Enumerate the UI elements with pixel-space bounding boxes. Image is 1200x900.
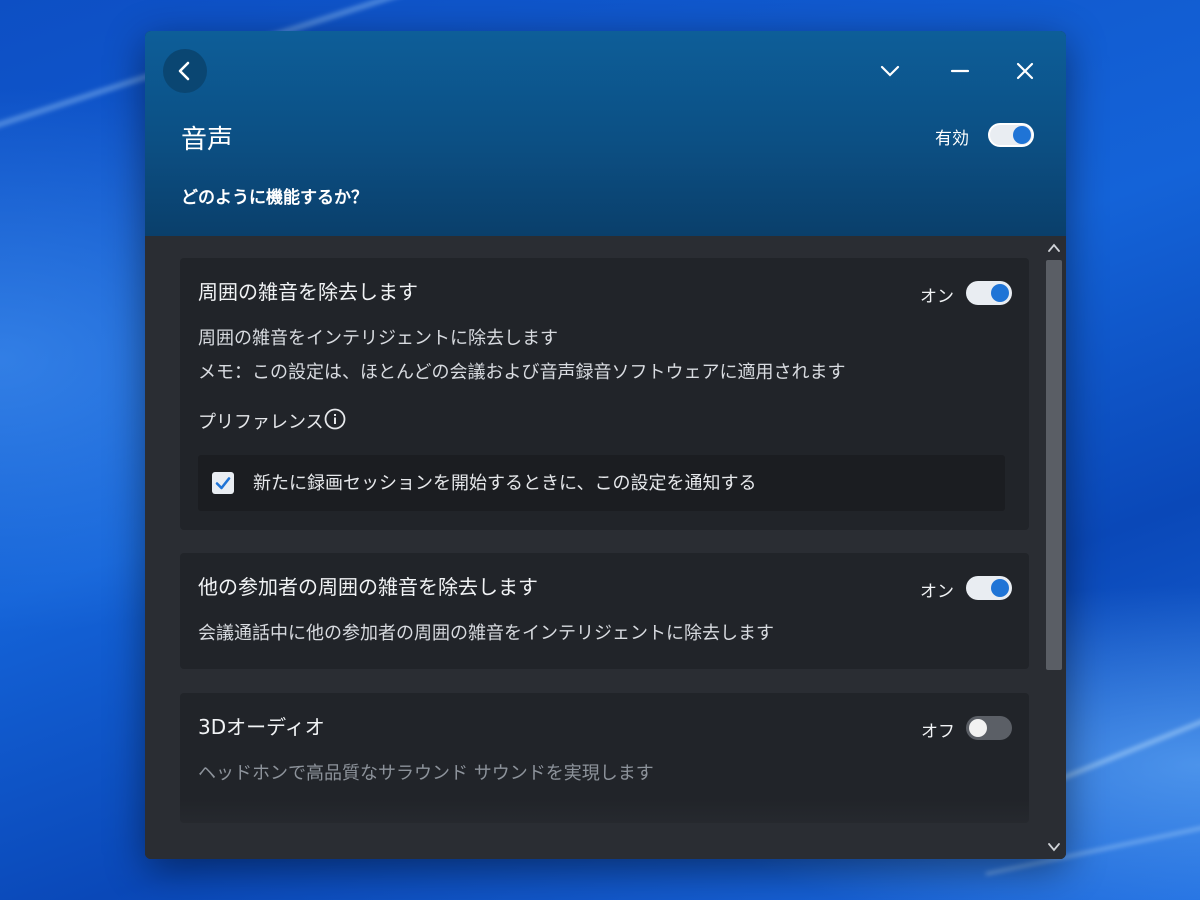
scroll-thumb[interactable] xyxy=(1046,260,1062,670)
header: 音声 どのように機能するか？ 有効 xyxy=(145,31,1066,236)
master-toggle[interactable] xyxy=(988,123,1034,147)
card-title: 他の参加者の周囲の雑音を除去します xyxy=(198,575,538,599)
chevron-down-icon xyxy=(1048,843,1060,852)
scroll-fade-overlay xyxy=(145,799,1045,859)
card-note: メモ：この設定は、ほとんどの会議および音声録音ソフトウェアに適用されます xyxy=(198,362,846,383)
scroll-up-button[interactable] xyxy=(1042,236,1066,260)
notify-checkbox[interactable] xyxy=(212,472,234,494)
minimize-button[interactable] xyxy=(942,53,978,89)
chevron-down-icon xyxy=(880,65,900,77)
back-button[interactable] xyxy=(163,49,207,93)
card-title: 3Dオーディオ xyxy=(198,715,325,739)
chevron-up-icon xyxy=(1048,243,1060,252)
info-icon[interactable] xyxy=(324,408,346,430)
scroll-down-button[interactable] xyxy=(1042,835,1066,859)
master-toggle-label: 有効 xyxy=(935,129,969,149)
card-description: 周囲の雑音をインテリジェントに除去します xyxy=(198,328,558,349)
page-title: 音声 xyxy=(181,125,234,155)
3d-audio-toggle[interactable] xyxy=(966,716,1012,740)
preference-label: プリファレンス xyxy=(198,412,324,433)
toggle-state-label: オフ xyxy=(921,722,955,742)
participant-noise-toggle[interactable] xyxy=(966,576,1012,600)
participant-noise-removal-card: 他の参加者の周囲の雑音を除去します オン 会議通話中に他の参加者の周囲の雑音をイ… xyxy=(180,553,1029,669)
toggle-state-label: オン xyxy=(920,287,954,307)
card-description: 会議通話中に他の参加者の周囲の雑音をインテリジェントに除去します xyxy=(198,623,774,644)
chevron-left-icon xyxy=(178,61,190,81)
how-it-works-link[interactable]: どのように機能するか？ xyxy=(181,183,368,208)
noise-removal-toggle[interactable] xyxy=(966,281,1012,305)
vertical-scrollbar[interactable] xyxy=(1042,236,1066,859)
toggle-state-label: オン xyxy=(920,582,954,602)
notify-checkbox-label: 新たに録画セッションを開始するときに、この設定を通知する xyxy=(253,473,757,494)
noise-removal-card: 周囲の雑音を除去します オン 周囲の雑音をインテリジェントに除去します メモ：こ… xyxy=(180,258,1029,530)
card-description: ヘッドホンで高品質なサラウンド サウンドを実現します xyxy=(198,763,654,784)
notify-checkbox-row[interactable]: 新たに録画セッションを開始するときに、この設定を通知する xyxy=(198,455,1005,511)
close-button[interactable] xyxy=(1007,53,1043,89)
close-icon xyxy=(1016,62,1034,80)
audio-settings-window: 音声 どのように機能するか？ 有効 周囲の雑音を除去します オン 周囲の雑音をイ… xyxy=(145,31,1066,859)
settings-content: 周囲の雑音を除去します オン 周囲の雑音をインテリジェントに除去します メモ：こ… xyxy=(145,236,1066,859)
minimize-icon xyxy=(950,69,970,73)
checkmark-icon xyxy=(215,477,231,490)
card-title: 周囲の雑音を除去します xyxy=(198,280,418,304)
collapse-button[interactable] xyxy=(872,53,908,89)
